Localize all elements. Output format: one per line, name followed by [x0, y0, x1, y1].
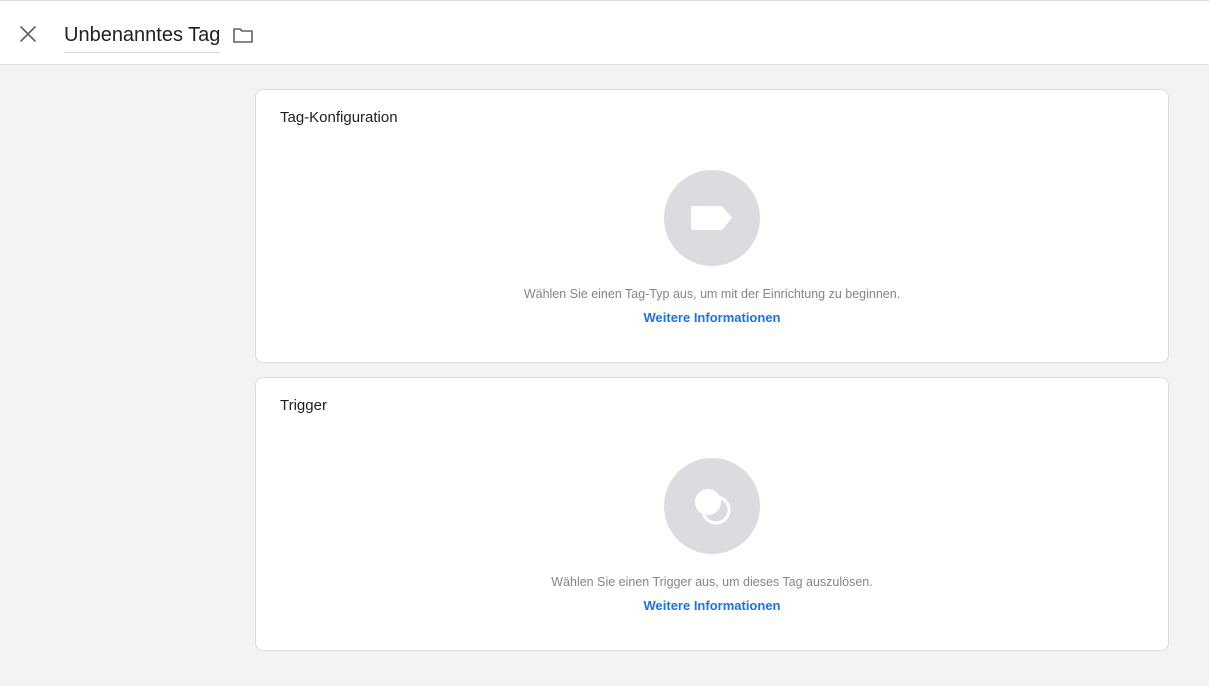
trigger-body: Wählen Sie einen Trigger aus, um dieses … [256, 458, 1168, 614]
tag-configuration-title: Tag-Konfiguration [280, 109, 398, 126]
trigger-hint: Wählen Sie einen Trigger aus, um dieses … [551, 575, 873, 589]
tag-name-field[interactable]: Unbenanntes Tag [64, 21, 221, 53]
trigger-title: Trigger [280, 397, 327, 414]
trigger-learn-more-link[interactable]: Weitere Informationen [643, 598, 780, 614]
tag-configuration-hint: Wählen Sie einen Tag-Typ aus, um mit der… [523, 287, 901, 301]
tag-name-input[interactable]: Unbenanntes Tag [64, 21, 220, 49]
tag-configuration-learn-more-link[interactable]: Weitere Informationen [643, 310, 780, 326]
tag-configuration-card: Tag-Konfiguration Wählen Sie einen Tag-T… [255, 89, 1169, 363]
trigger-card: Trigger Wählen Sie einen Trigger aus, um… [255, 377, 1169, 651]
tag-configuration-body: Wählen Sie einen Tag-Typ aus, um mit der… [256, 170, 1168, 326]
choose-tag-type-button[interactable] [664, 170, 760, 266]
page: Unbenanntes Tag Tag-Konfiguration Wählen… [0, 0, 1209, 686]
close-icon [20, 26, 36, 42]
header-bar: Unbenanntes Tag [0, 0, 1209, 65]
folder-icon [233, 28, 253, 43]
trigger-icon [695, 489, 731, 525]
close-button[interactable] [14, 20, 42, 48]
folder-button[interactable] [231, 23, 255, 47]
choose-trigger-button[interactable] [664, 458, 760, 554]
tag-icon [691, 206, 732, 230]
